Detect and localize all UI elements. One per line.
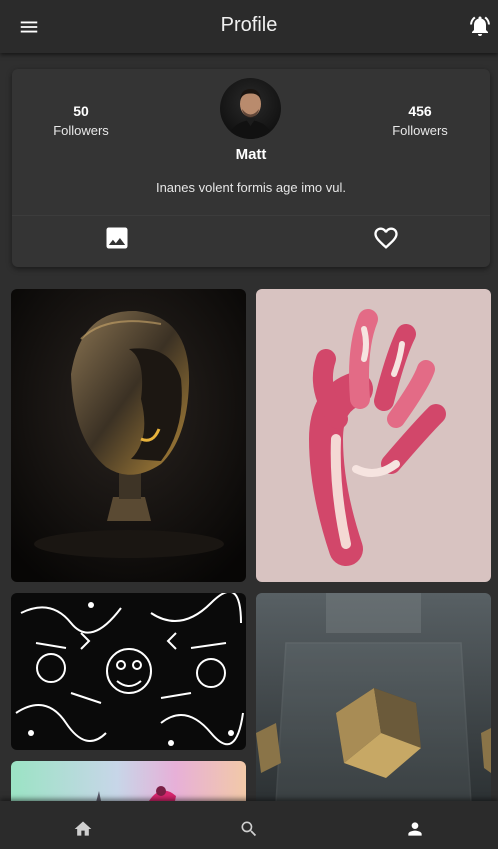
avatar[interactable]	[220, 78, 281, 139]
nav-profile[interactable]	[332, 801, 498, 849]
gallery-item-golden-bust[interactable]	[11, 289, 246, 582]
home-icon	[74, 821, 92, 836]
profile-card: 50 Followers Matt 456 Followers Inanes v…	[12, 69, 490, 267]
bottom-navigation	[0, 801, 498, 849]
gallery-item-doodle-pattern[interactable]	[11, 593, 246, 750]
image-icon[interactable]	[103, 224, 131, 252]
followers-stat-right: 456 Followers	[360, 103, 480, 138]
followers-stat-left: 50 Followers	[21, 103, 141, 138]
followers-count: 456	[408, 103, 432, 119]
profile-name: Matt	[235, 146, 267, 163]
followers-count: 50	[73, 103, 89, 119]
notifications-active-icon[interactable]	[468, 14, 492, 38]
gallery-item-pink-hand[interactable]	[256, 289, 491, 582]
profile-bio: Inanes volent formis age imo vul.	[155, 180, 347, 195]
followers-label: Followers	[392, 123, 448, 138]
app-bar: Profile	[0, 0, 498, 53]
nav-home[interactable]	[0, 801, 166, 849]
divider	[12, 215, 490, 216]
nav-search[interactable]	[166, 801, 332, 849]
search-icon	[241, 821, 257, 837]
heart-outline-icon[interactable]	[372, 224, 400, 252]
person-icon	[408, 822, 422, 836]
followers-label: Followers	[53, 123, 109, 138]
gallery-item-gold-crystal[interactable]	[256, 593, 491, 813]
page-title: Profile	[220, 14, 278, 36]
